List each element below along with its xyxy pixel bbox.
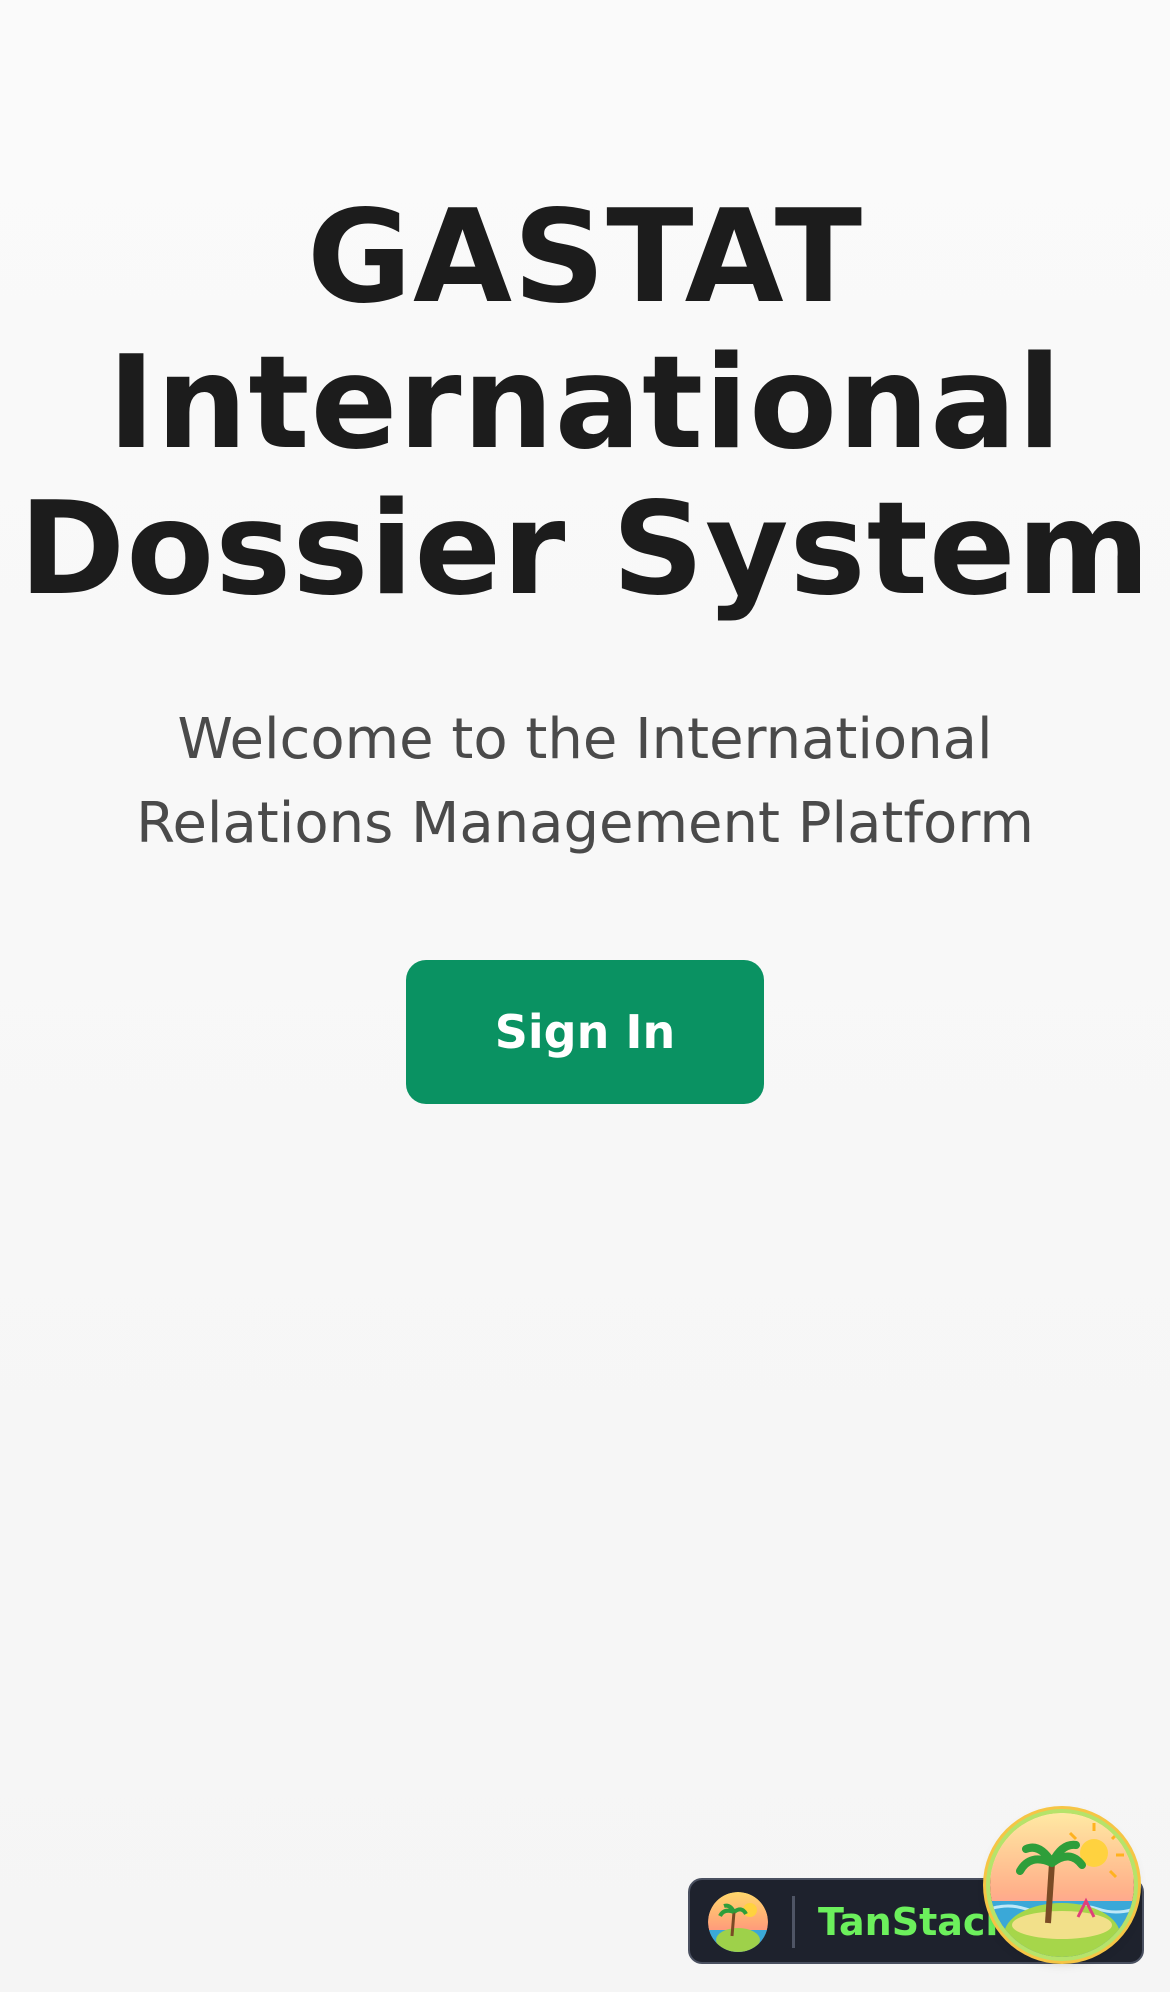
title-line-2: International: [107, 329, 1063, 478]
tanstack-island-logo-icon: [708, 1892, 768, 1952]
tanstack-island-logo-icon[interactable]: [990, 1813, 1134, 1957]
page-subtitle: Welcome to the International Relations M…: [0, 698, 1170, 866]
subtitle-line-1: Welcome to the International: [177, 707, 993, 772]
title-line-1: GASTAT: [306, 183, 864, 332]
page-title: GASTAT International Dossier System: [0, 185, 1170, 623]
title-line-3: Dossier System: [18, 475, 1152, 624]
subtitle-line-2: Relations Management Platform: [136, 791, 1034, 856]
devtools-divider: [792, 1896, 795, 1948]
sign-in-button[interactable]: Sign In: [406, 960, 764, 1104]
